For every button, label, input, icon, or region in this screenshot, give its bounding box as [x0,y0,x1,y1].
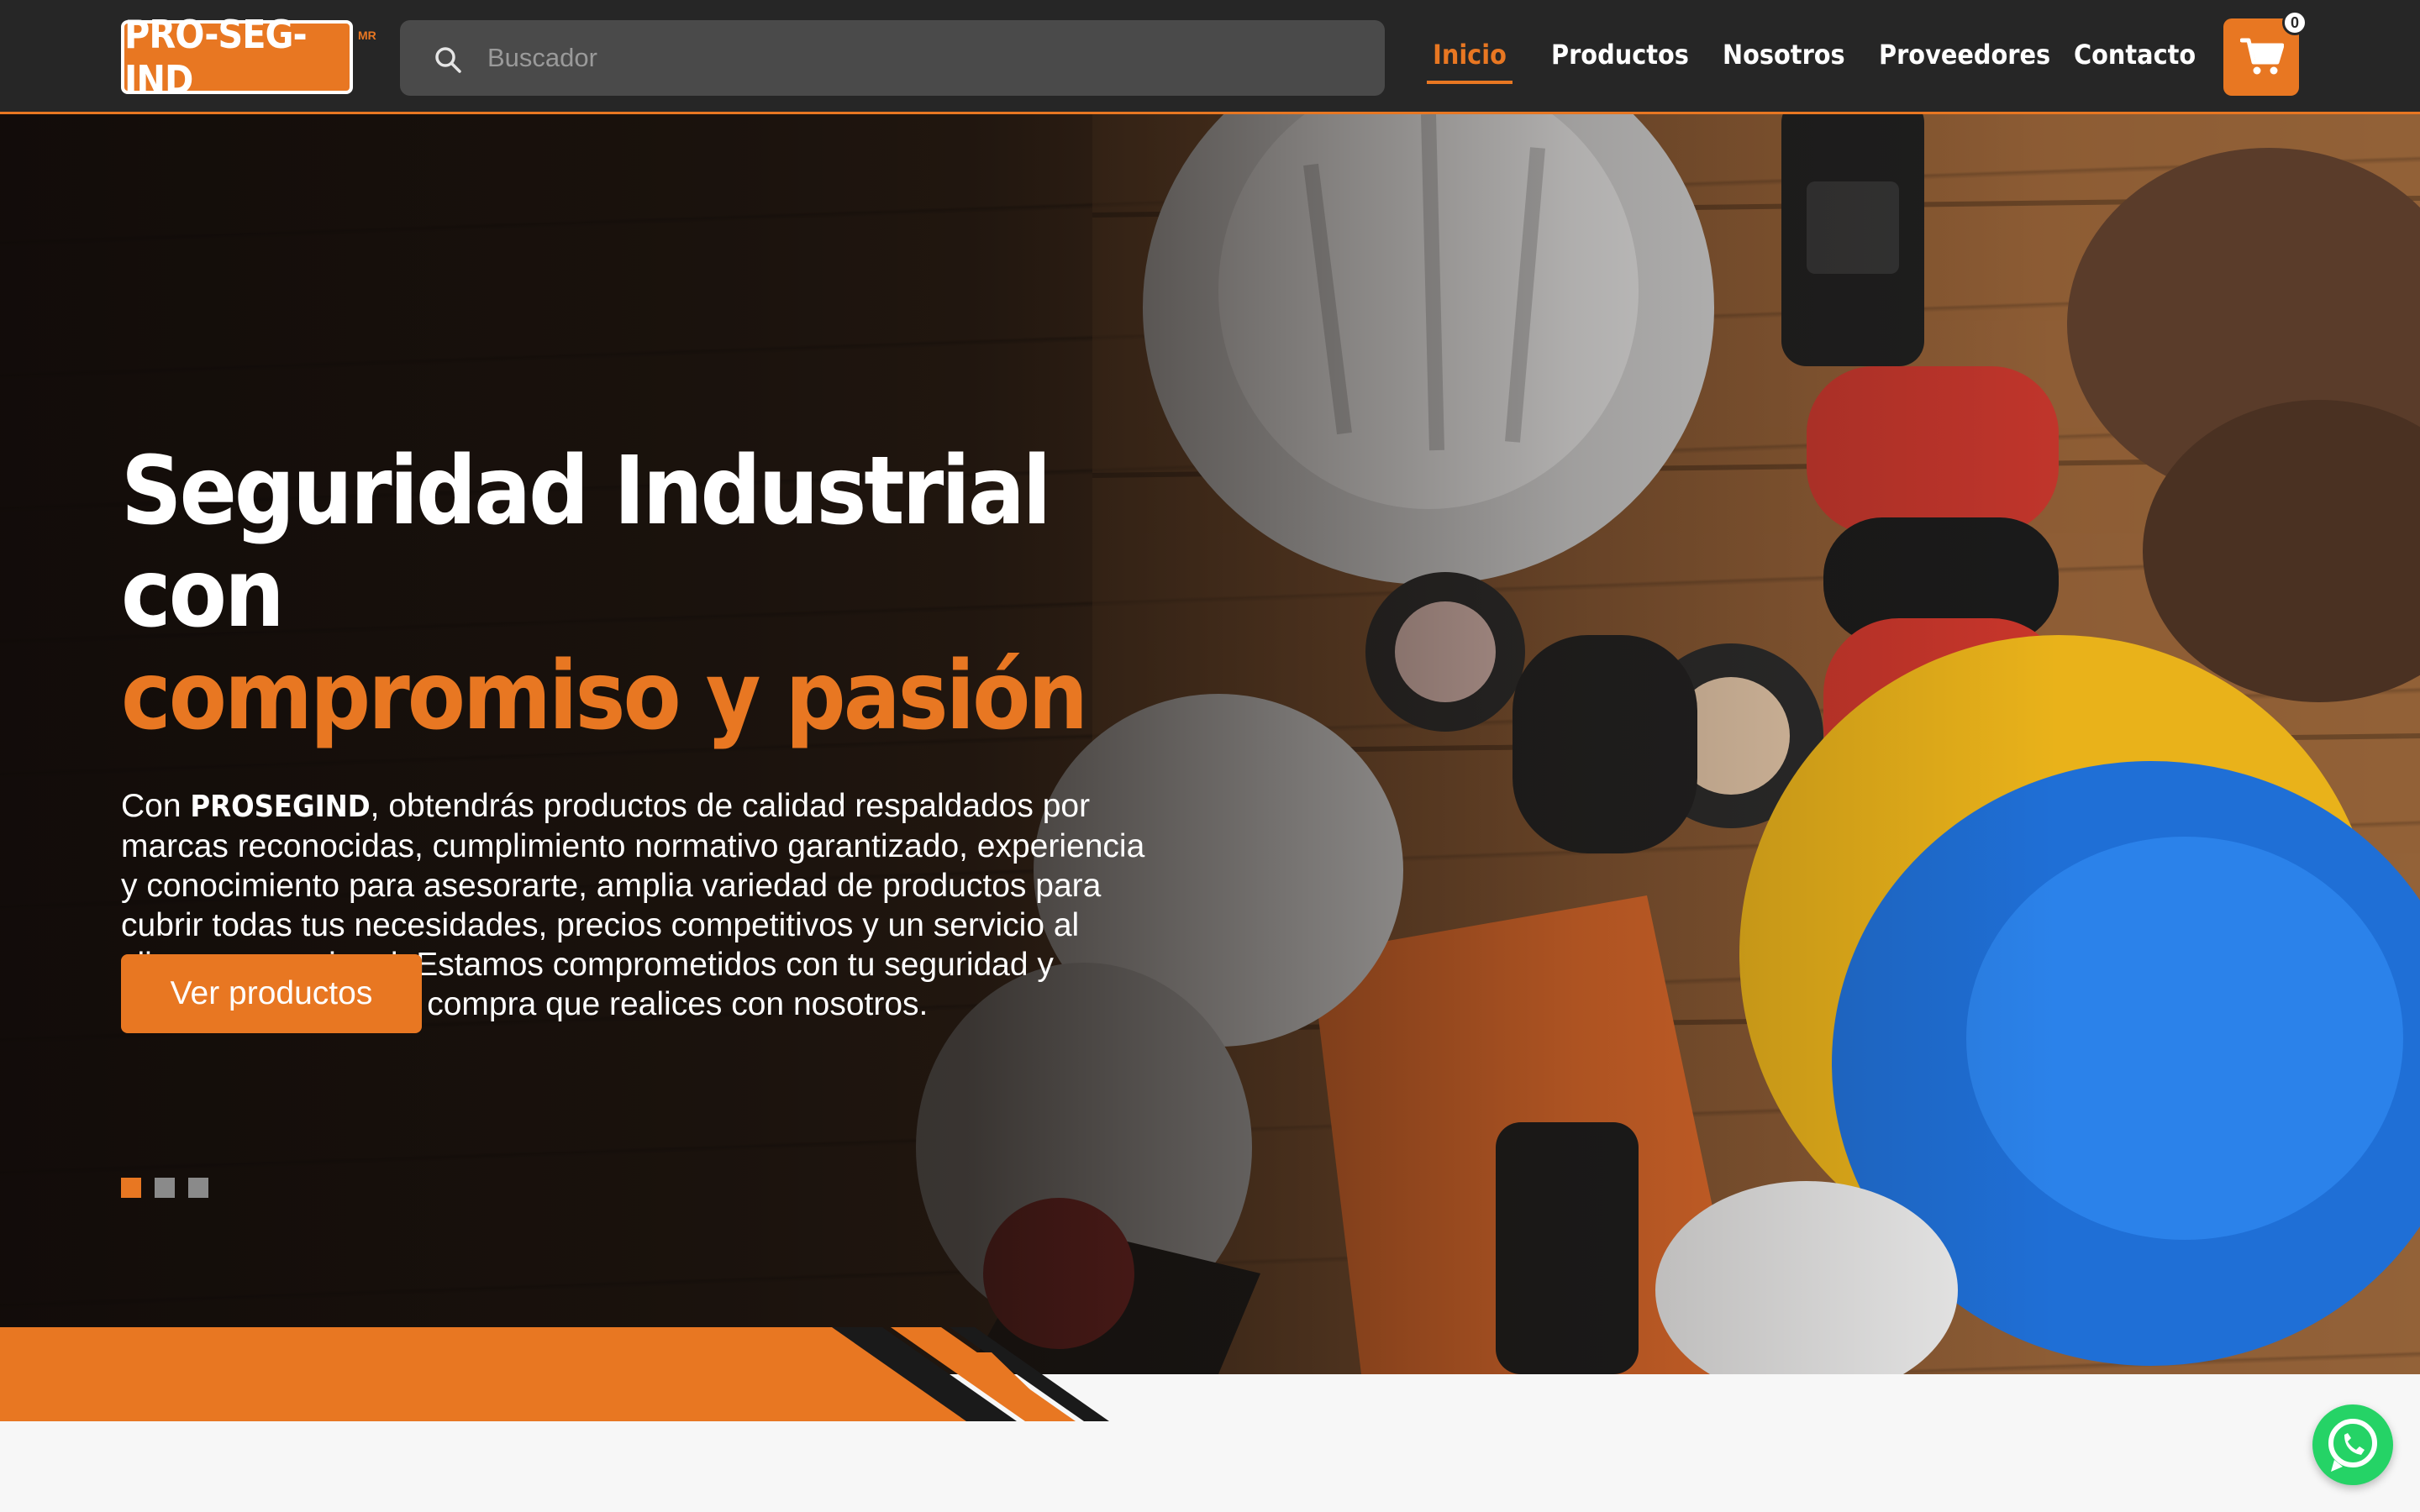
hero-slider: Seguridad Industrial con compromiso y pa… [0,114,2420,1374]
hero-title: Seguridad Industrial con compromiso y pa… [121,440,1213,748]
search-bar [400,20,1385,96]
whatsapp-button[interactable] [2312,1404,2393,1485]
logo-text: PRO-SEG-IND [124,12,308,102]
whatsapp-icon [2328,1419,2377,1472]
nav-productos[interactable]: Productos [1551,34,1689,76]
cart-icon [2240,38,2284,75]
cart-count-badge: 0 [2282,10,2307,35]
trademark-mark: MR [358,29,376,42]
search-icon[interactable] [434,45,462,74]
logo[interactable]: PRO-SEG-IND [121,12,353,102]
view-products-button[interactable]: Ver productos [121,954,422,1033]
hero-title-line1: Seguridad Industrial con [121,437,1051,648]
nav-inicio[interactable]: Inicio [1427,34,1512,76]
hero-text-prefix: Con [121,788,191,824]
site-header: PRO-SEG-IND MR Inicio Productos Nosotros… [0,0,2420,114]
nav-proveedores[interactable]: Proveedores [1879,34,2050,76]
slider-dot-2[interactable] [155,1178,175,1198]
decorative-stripes [0,1327,2420,1512]
hero-title-line2: compromiso y pasión [121,642,1088,751]
hero-brand-name: PROSEGIND [190,790,371,824]
search-input[interactable] [487,20,1361,96]
nav-active-indicator [1427,81,1512,84]
nav-contacto[interactable]: Contacto [2074,34,2196,76]
slider-dot-1[interactable] [121,1178,141,1198]
nav-nosotros[interactable]: Nosotros [1723,34,1845,76]
slider-dot-3[interactable] [188,1178,208,1198]
